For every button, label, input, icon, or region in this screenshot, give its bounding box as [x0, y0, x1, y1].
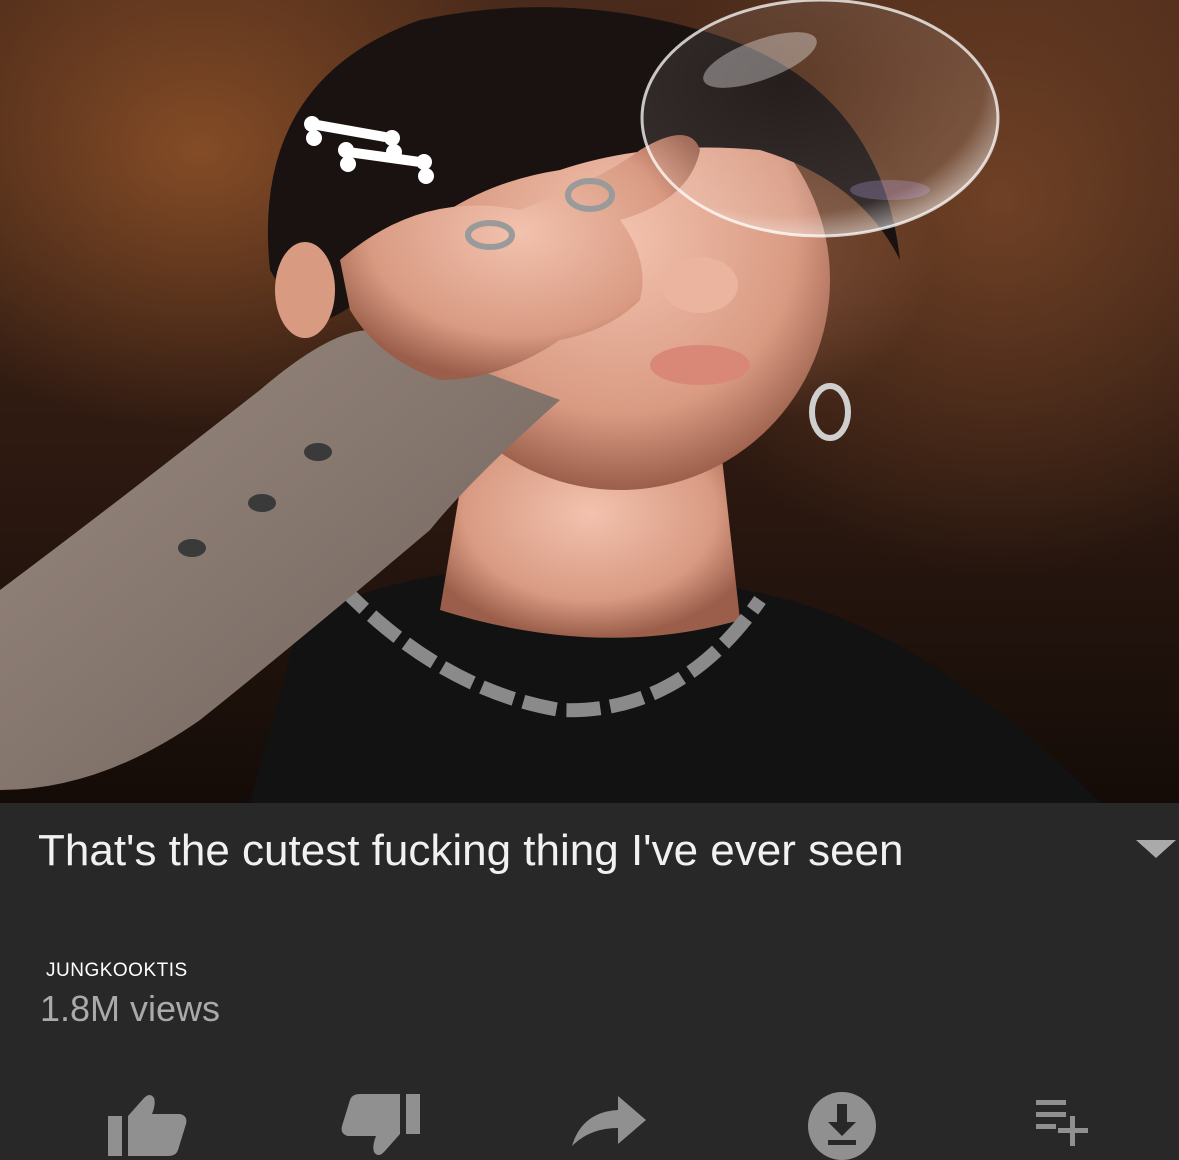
share-icon [572, 1096, 646, 1146]
download-button[interactable] [800, 1090, 890, 1160]
thumbs-down-icon [341, 1094, 420, 1155]
save-to-playlist-button[interactable] [1030, 1090, 1120, 1160]
video-title[interactable]: That's the cutest fucking thing I've eve… [38, 812, 1038, 890]
bubble-icon [640, 0, 1000, 238]
dislike-button[interactable] [338, 1090, 428, 1160]
like-button[interactable] [100, 1090, 190, 1160]
expand-description-button[interactable] [1120, 830, 1179, 870]
channel-name[interactable]: JUNGKOOKTIS [46, 960, 188, 982]
video-thumbnail[interactable] [0, 0, 1179, 803]
download-icon [808, 1092, 876, 1160]
thumbs-up-icon [108, 1095, 187, 1156]
add-to-playlist-icon [1036, 1100, 1088, 1146]
person-photo [0, 0, 1100, 803]
chevron-down-icon [1136, 840, 1176, 858]
view-count: 1.8M views [40, 988, 221, 1029]
share-button[interactable] [566, 1090, 656, 1160]
action-bar [0, 1070, 1179, 1160]
